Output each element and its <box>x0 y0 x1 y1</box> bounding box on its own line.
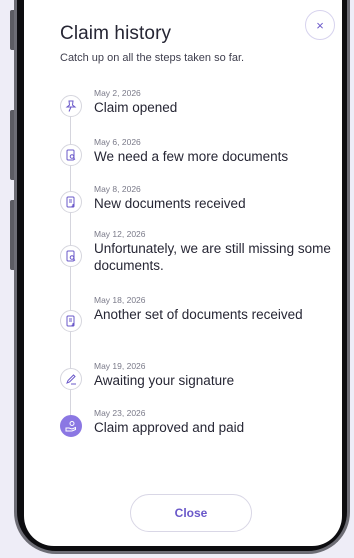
event-label: Another set of documents received <box>94 307 303 322</box>
device-frame: Claim history Catch up on all the steps … <box>0 0 354 558</box>
document-search-icon <box>60 144 82 166</box>
document-search-icon <box>60 245 82 267</box>
event-date: May 18, 2026 <box>94 295 146 305</box>
event-date: May 23, 2026 <box>94 408 146 418</box>
pin-icon <box>60 95 82 117</box>
document-received-icon <box>60 310 82 332</box>
signature-pen-icon <box>60 368 82 390</box>
event-label: New documents received <box>94 196 246 211</box>
page-subtitle: Catch up on all the steps taken so far. <box>60 52 245 64</box>
event-label: Awaiting your signature <box>94 373 235 388</box>
close-button[interactable]: Close <box>130 494 252 532</box>
close-icon-button[interactable]: × <box>305 10 335 40</box>
document-received-icon <box>60 191 82 213</box>
page-title: Claim history <box>60 23 172 44</box>
close-icon: × <box>316 17 324 33</box>
event-label: We need a few more documents <box>94 149 289 164</box>
event-date: May 6, 2026 <box>94 137 141 147</box>
event-date: May 8, 2026 <box>94 184 141 194</box>
event-label: Claim approved and paid <box>94 420 245 435</box>
event-date: May 19, 2026 <box>94 361 146 371</box>
claim-history-modal: Claim history Catch up on all the steps … <box>24 0 342 546</box>
payment-hand-icon <box>60 415 82 437</box>
event-date: May 12, 2026 <box>94 229 146 239</box>
event-label: Claim opened <box>94 100 178 115</box>
event-label: Unfortunately, we are still missing some… <box>94 241 331 273</box>
event-date: May 2, 2026 <box>94 88 141 98</box>
